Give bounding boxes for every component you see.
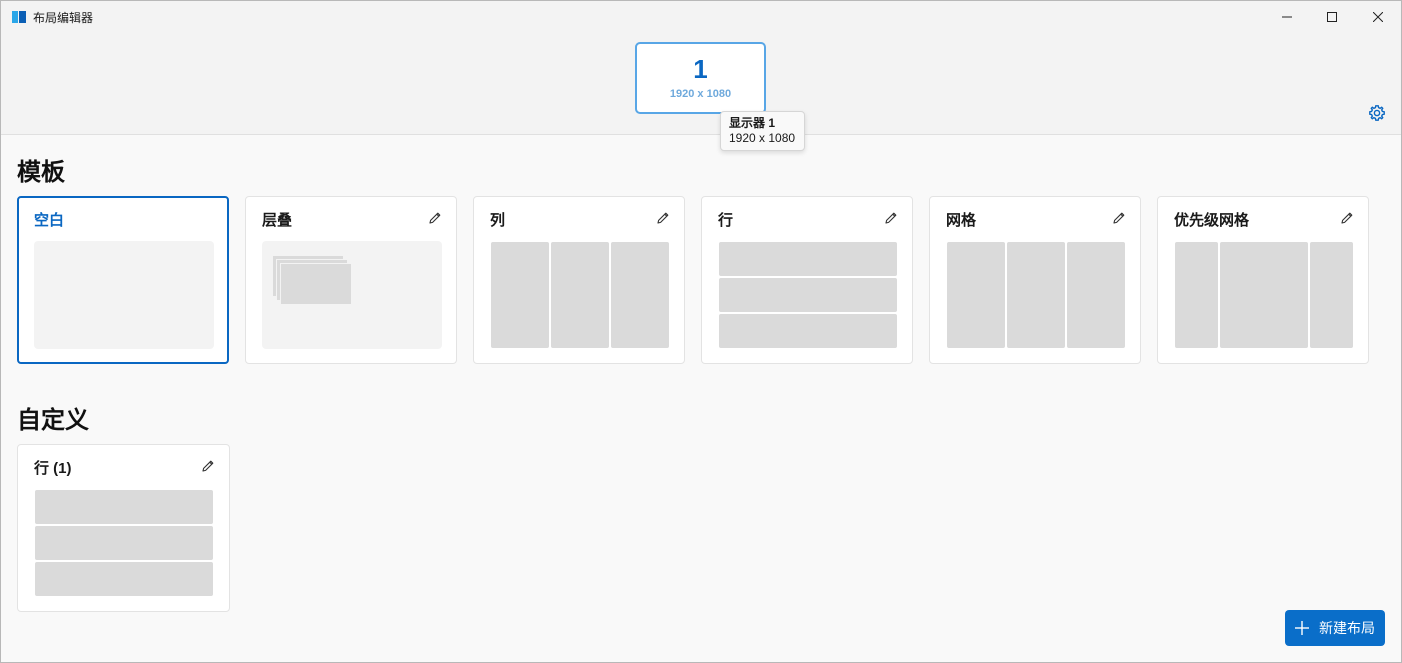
- template-card-focus[interactable]: 层叠: [245, 196, 457, 364]
- zone: [551, 242, 609, 348]
- card-title: 空白: [34, 212, 65, 229]
- template-card-grid[interactable]: 网格: [929, 196, 1141, 364]
- monitor-tooltip: 显示器 1 1920 x 1080: [720, 111, 805, 151]
- zone: [1175, 242, 1218, 348]
- card-title: 层叠: [262, 212, 293, 229]
- zone: [1310, 242, 1353, 348]
- layout-preview: [490, 241, 670, 349]
- pencil-icon[interactable]: [1340, 211, 1354, 225]
- pencil-icon[interactable]: [884, 211, 898, 225]
- pencil-icon[interactable]: [428, 211, 442, 225]
- close-icon: [1373, 12, 1383, 22]
- zone: [1067, 242, 1125, 348]
- blank-preview: [34, 241, 214, 349]
- zone: [35, 562, 213, 596]
- new-layout-label: 新建布局: [1319, 620, 1375, 636]
- template-card-priority-grid[interactable]: 优先级网格: [1157, 196, 1369, 364]
- pencil-icon[interactable]: [201, 459, 215, 473]
- plus-icon: [1295, 621, 1309, 635]
- monitor-number: 1: [693, 54, 708, 84]
- card-title: 行: [718, 212, 734, 229]
- zone: [719, 314, 897, 348]
- template-card-rows[interactable]: 行: [701, 196, 913, 364]
- layout-preview: [34, 241, 214, 349]
- layout-preview: [34, 489, 214, 597]
- minimize-icon: [1282, 16, 1292, 18]
- zone: [280, 263, 352, 305]
- monitor-1[interactable]: 1 1920 x 1080: [635, 42, 766, 114]
- new-layout-button[interactable]: 新建布局: [1285, 610, 1385, 646]
- layout-preview: [262, 241, 442, 349]
- window-title: 布局编辑器: [33, 11, 94, 25]
- maximize-icon: [1327, 12, 1337, 22]
- monitor-resolution: 1920 x 1080: [669, 88, 732, 100]
- tooltip-title: 显示器 1: [729, 116, 776, 130]
- zone: [611, 242, 669, 348]
- layout-preview: [946, 241, 1126, 349]
- card-title: 列: [490, 212, 506, 229]
- custom-layout-card[interactable]: 行 (1): [17, 444, 230, 612]
- zone: [719, 278, 897, 312]
- close-button[interactable]: [1355, 1, 1401, 33]
- layout-preview: [718, 241, 898, 349]
- minimize-button[interactable]: [1264, 1, 1310, 33]
- zone: [35, 490, 213, 524]
- fancyzones-icon: [12, 11, 26, 23]
- custom-heading: 自定义: [17, 407, 89, 434]
- zone: [1007, 242, 1065, 348]
- template-card-columns[interactable]: 列: [473, 196, 685, 364]
- gear-icon[interactable]: [1368, 104, 1386, 122]
- zone: [947, 242, 1005, 348]
- zone: [719, 242, 897, 276]
- layout-preview: [1174, 241, 1354, 349]
- card-title: 行 (1): [34, 460, 72, 477]
- card-title: 优先级网格: [1174, 212, 1250, 229]
- template-card-blank[interactable]: 空白: [17, 196, 229, 364]
- templates-heading: 模板: [17, 159, 65, 186]
- zone: [1220, 242, 1308, 348]
- zone: [35, 526, 213, 560]
- tooltip-resolution: 1920 x 1080: [729, 131, 796, 145]
- monitor-header: 布局编辑器 1 1920 x 1080: [1, 1, 1401, 135]
- layout-editor-window: 布局编辑器 1 1920 x 1080 显示器 1 1920 x 1080 模板…: [0, 0, 1402, 663]
- pencil-icon[interactable]: [656, 211, 670, 225]
- zone: [491, 242, 549, 348]
- pencil-icon[interactable]: [1112, 211, 1126, 225]
- maximize-button[interactable]: [1309, 1, 1355, 33]
- card-title: 网格: [946, 212, 977, 229]
